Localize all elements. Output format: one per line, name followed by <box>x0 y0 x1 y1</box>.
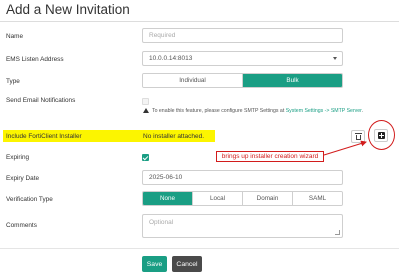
warning-icon <box>143 108 149 113</box>
verification-option-domain[interactable]: Domain <box>243 192 293 205</box>
type-segmented: Individual Bulk <box>142 73 343 88</box>
dialog-title: Add a New Invitation <box>6 2 130 17</box>
resize-grip-icon[interactable] <box>335 230 340 235</box>
type-option-individual[interactable]: Individual <box>143 74 243 87</box>
cancel-button[interactable]: Cancel <box>172 256 202 272</box>
header-divider <box>0 21 399 22</box>
footer-divider <box>0 248 399 249</box>
name-placeholder: Required <box>149 32 176 39</box>
annotation-callout: brings up installer creation wizard <box>216 151 324 162</box>
verification-label: Verification Type <box>6 196 53 203</box>
type-option-bulk[interactable]: Bulk <box>243 74 342 87</box>
smtp-note-suffix: . <box>361 108 364 114</box>
ems-address-label: EMS Listen Address <box>6 56 64 63</box>
trash-icon <box>354 133 362 140</box>
name-label: Name <box>6 33 24 40</box>
expiry-date-label: Expiry Date <box>6 175 40 182</box>
verification-option-saml[interactable]: SAML <box>293 192 342 205</box>
plus-icon <box>377 132 385 139</box>
add-installer-button[interactable] <box>374 129 388 142</box>
invitation-dialog: Add a New Invitation Name Required EMS L… <box>0 0 399 278</box>
comments-placeholder: Optional <box>149 219 174 226</box>
installer-status: No installer attached. <box>143 133 205 140</box>
save-button[interactable]: Save <box>142 256 167 272</box>
expiry-date-input[interactable]: 2025-06-10 <box>142 170 343 185</box>
ems-address-select[interactable]: 10.0.0.14:8013 <box>142 51 343 66</box>
expiring-checkbox[interactable] <box>142 154 149 161</box>
type-label: Type <box>6 78 20 85</box>
verification-option-local[interactable]: Local <box>193 192 243 205</box>
chevron-down-icon <box>333 57 337 60</box>
send-email-checkbox[interactable] <box>142 98 149 105</box>
comments-textarea[interactable]: Optional <box>142 214 343 238</box>
name-input[interactable]: Required <box>142 28 343 43</box>
send-email-label: Send Email Notifications <box>6 97 76 104</box>
installer-label: Include FortiClient Installer <box>6 133 82 140</box>
smtp-settings-link[interactable]: System Settings -> SMTP Server <box>286 108 362 114</box>
remove-installer-button[interactable] <box>351 130 365 143</box>
verification-segmented: None Local Domain SAML <box>142 191 343 206</box>
expiring-label: Expiring <box>6 154 30 161</box>
expiry-date-value: 2025-06-10 <box>149 174 183 181</box>
ems-address-value: 10.0.0.14:8013 <box>149 55 193 62</box>
comments-label: Comments <box>6 222 37 229</box>
verification-option-none[interactable]: None <box>143 192 193 205</box>
smtp-note: To enable this feature, please configure… <box>143 108 373 115</box>
smtp-note-prefix: To enable this feature, please configure… <box>152 108 286 114</box>
